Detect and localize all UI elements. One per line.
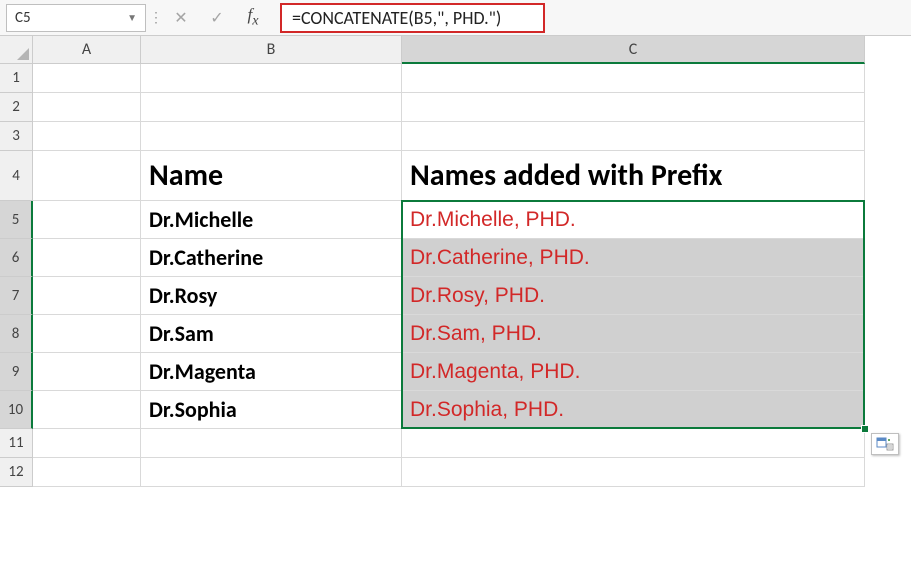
row-header-4[interactable]: 4 (0, 151, 33, 201)
cell-C8[interactable]: Dr.Sam, PHD. (402, 315, 865, 353)
row-headers: 123456789101112 (0, 64, 33, 487)
column-headers: ABC (33, 36, 865, 64)
cell-B1[interactable] (141, 64, 402, 93)
autofill-options-icon (876, 437, 894, 451)
cell-B7[interactable]: Dr.Rosy (141, 277, 402, 315)
cell-A9[interactable] (33, 353, 141, 391)
cell-A10[interactable] (33, 391, 141, 429)
cell-B12[interactable] (141, 458, 402, 487)
row-header-10[interactable]: 10 (0, 391, 33, 429)
formula-bar-row: C5 ▼ ⋮ ✕ ✓ fx =CONCATENATE(B5,", PHD.") (0, 0, 911, 36)
fx-icon: fx (247, 5, 258, 29)
row-header-8[interactable]: 8 (0, 315, 33, 353)
insert-function-button[interactable]: fx (238, 5, 268, 31)
separator: ⋮ (152, 7, 160, 29)
cell-A11[interactable] (33, 429, 141, 458)
cell-C4[interactable]: Names added with Prefix (402, 151, 865, 201)
cell-B4[interactable]: Name (141, 151, 402, 201)
select-all-corner[interactable] (0, 36, 33, 64)
cell-B5[interactable]: Dr.Michelle (141, 201, 402, 239)
cell-C2[interactable] (402, 93, 865, 122)
cell-C1[interactable] (402, 64, 865, 93)
row-header-6[interactable]: 6 (0, 239, 33, 277)
autofill-options-button[interactable] (871, 433, 899, 455)
formula-input[interactable]: =CONCATENATE(B5,", PHD.") (280, 3, 545, 33)
cell-A1[interactable] (33, 64, 141, 93)
cell-C5[interactable]: Dr.Michelle, PHD. (402, 201, 865, 239)
cell-C7[interactable]: Dr.Rosy, PHD. (402, 277, 865, 315)
name-box-value: C5 (15, 9, 31, 27)
cell-C10[interactable]: Dr.Sophia, PHD. (402, 391, 865, 429)
fill-handle[interactable] (861, 425, 869, 433)
accept-formula-button[interactable]: ✓ (202, 5, 232, 31)
cell-A6[interactable] (33, 239, 141, 277)
cell-A8[interactable] (33, 315, 141, 353)
name-box[interactable]: C5 ▼ (6, 4, 146, 32)
row-header-2[interactable]: 2 (0, 93, 33, 122)
close-icon: ✕ (174, 8, 187, 28)
cell-A12[interactable] (33, 458, 141, 487)
row-header-7[interactable]: 7 (0, 277, 33, 315)
cell-C9[interactable]: Dr.Magenta, PHD. (402, 353, 865, 391)
row-header-11[interactable]: 11 (0, 429, 33, 458)
cell-A3[interactable] (33, 122, 141, 151)
cell-A4[interactable] (33, 151, 141, 201)
cell-B9[interactable]: Dr.Magenta (141, 353, 402, 391)
cell-B11[interactable] (141, 429, 402, 458)
cell-C12[interactable] (402, 458, 865, 487)
cell-A2[interactable] (33, 93, 141, 122)
row-header-12[interactable]: 12 (0, 458, 33, 487)
row-header-3[interactable]: 3 (0, 122, 33, 151)
cell-A5[interactable] (33, 201, 141, 239)
row-header-5[interactable]: 5 (0, 201, 33, 239)
cell-C11[interactable] (402, 429, 865, 458)
cell-grid[interactable]: NameNames added with PrefixDr.MichelleDr… (33, 64, 865, 487)
cell-B3[interactable] (141, 122, 402, 151)
formula-text: =CONCATENATE(B5,", PHD.") (292, 7, 501, 29)
row-header-9[interactable]: 9 (0, 353, 33, 391)
cell-B10[interactable]: Dr.Sophia (141, 391, 402, 429)
check-icon: ✓ (210, 8, 223, 28)
cell-B2[interactable] (141, 93, 402, 122)
cell-C3[interactable] (402, 122, 865, 151)
cell-B6[interactable]: Dr.Catherine (141, 239, 402, 277)
column-header-a[interactable]: A (33, 36, 141, 64)
row-header-1[interactable]: 1 (0, 64, 33, 93)
column-header-b[interactable]: B (141, 36, 402, 64)
cancel-formula-button[interactable]: ✕ (166, 5, 196, 31)
chevron-down-icon[interactable]: ▼ (127, 11, 137, 24)
cell-A7[interactable] (33, 277, 141, 315)
cell-B8[interactable]: Dr.Sam (141, 315, 402, 353)
column-header-c[interactable]: C (402, 36, 865, 64)
cell-C6[interactable]: Dr.Catherine, PHD. (402, 239, 865, 277)
